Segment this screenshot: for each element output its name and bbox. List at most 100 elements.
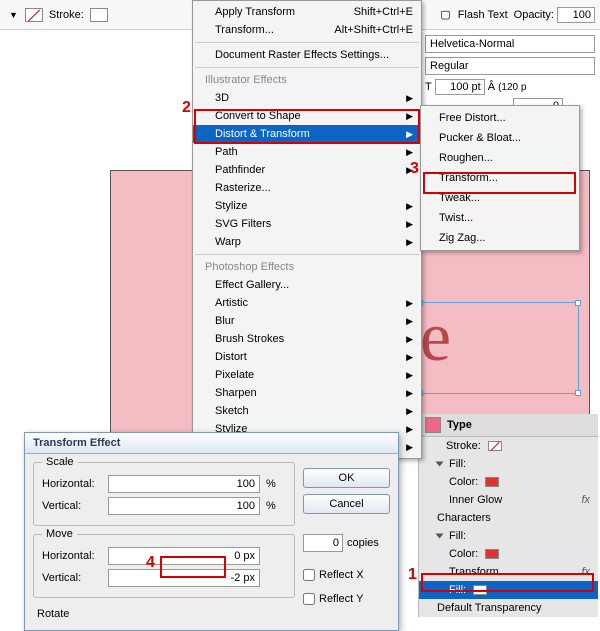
font-family-field[interactable] <box>425 35 595 53</box>
menu-doc-raster[interactable]: Document Raster Effects Settings... <box>193 46 421 64</box>
menu-rasterize[interactable]: Rasterize... <box>193 179 421 197</box>
menu-label: Roughen... <box>439 152 493 164</box>
rotate-legend: Rotate <box>33 606 295 622</box>
ap-fill2-row[interactable]: Fill: <box>419 527 598 545</box>
menu-label: 3D <box>215 92 229 104</box>
menu-section-illustrator: Illustrator Effects <box>193 71 421 89</box>
menu-apply-transform[interactable]: Apply Transform Shift+Ctrl+E <box>193 3 421 21</box>
scale-vertical-input[interactable] <box>108 497 260 515</box>
leading-icon: Â <box>488 81 495 93</box>
scale-horizontal-input[interactable] <box>108 475 260 493</box>
ap-color-row[interactable]: Color: <box>419 473 598 491</box>
menu-sharpen[interactable]: Sharpen▶ <box>193 384 421 402</box>
flash-text-icon[interactable]: ▢ <box>440 8 450 21</box>
chevron-right-icon: ▶ <box>406 93 413 104</box>
menu-distort-transform[interactable]: Distort & Transform▶ <box>193 125 421 143</box>
fill-swatch-none[interactable] <box>25 8 43 22</box>
percent-unit: % <box>266 500 286 512</box>
menu-warp[interactable]: Warp▶ <box>193 233 421 251</box>
scale-legend: Scale <box>42 456 78 468</box>
ap-label: Color: <box>449 548 478 560</box>
ap-default-transparency-row[interactable]: Default Transparency <box>419 599 598 617</box>
menu-pixelate[interactable]: Pixelate▶ <box>193 366 421 384</box>
menu-label: Twist... <box>439 212 473 224</box>
menu-label: Document Raster Effects Settings... <box>215 49 389 61</box>
flash-text-label: Flash Text <box>458 9 508 21</box>
menu-label: Transform... <box>439 172 498 184</box>
ap-label: Fill: <box>449 458 466 470</box>
submenu-zigzag[interactable]: Zig Zag... <box>421 228 579 248</box>
ap-fill-selected-row[interactable]: Fill: <box>419 581 598 599</box>
dropdown-icon[interactable]: ▼ <box>9 10 18 20</box>
menu-svg-filters[interactable]: SVG Filters▶ <box>193 215 421 233</box>
callout-4: 4 <box>146 554 155 572</box>
ap-inner-glow-row[interactable]: Inner Glow fx <box>419 491 598 509</box>
submenu-tweak[interactable]: Tweak... <box>421 188 579 208</box>
opacity-input[interactable] <box>557 7 595 23</box>
chevron-right-icon: ▶ <box>406 147 413 158</box>
menu-label: Brush Strokes <box>215 333 284 345</box>
menu-label: Sketch <box>215 405 249 417</box>
handle-icon[interactable] <box>575 300 581 306</box>
move-horizontal-input[interactable] <box>108 547 260 565</box>
ap-label: Characters <box>437 512 491 524</box>
ap-transform-row[interactable]: Transform fx <box>419 563 598 581</box>
swatch-white-icon <box>473 585 487 595</box>
move-vertical-input[interactable] <box>108 569 260 587</box>
menu-3d[interactable]: 3D ▶ <box>193 89 421 107</box>
chevron-right-icon: ▶ <box>406 424 413 435</box>
menu-pathfinder[interactable]: Pathfinder▶ <box>193 161 421 179</box>
ap-color2-row[interactable]: Color: <box>419 545 598 563</box>
cancel-button[interactable]: Cancel <box>303 494 390 514</box>
menu-brush-strokes[interactable]: Brush Strokes▶ <box>193 330 421 348</box>
handle-icon[interactable] <box>575 390 581 396</box>
menu-shortcut: Shift+Ctrl+E <box>354 6 413 18</box>
vertical-label: Vertical: <box>42 500 102 512</box>
menu-label: Transform... <box>215 24 274 36</box>
submenu-roughen[interactable]: Roughen... <box>421 148 579 168</box>
leading-prefix: (120 p <box>498 82 526 93</box>
chevron-right-icon: ▶ <box>406 201 413 212</box>
menu-path[interactable]: Path▶ <box>193 143 421 161</box>
menu-convert-shape[interactable]: Convert to Shape▶ <box>193 107 421 125</box>
ap-stroke-row[interactable]: Stroke: <box>419 437 598 455</box>
menu-separator <box>195 42 419 43</box>
ap-label: Default Transparency <box>437 602 542 614</box>
menu-separator <box>195 67 419 68</box>
ap-label: Color: <box>449 476 478 488</box>
font-style-field[interactable] <box>425 57 595 75</box>
ap-label: Stroke: <box>446 440 481 452</box>
menu-blur[interactable]: Blur▶ <box>193 312 421 330</box>
move-fieldset: Move Horizontal: Vertical: <box>33 534 295 598</box>
submenu-transform[interactable]: Transform... <box>421 168 579 188</box>
reflect-x-checkbox[interactable] <box>303 569 315 581</box>
menu-label: Pucker & Bloat... <box>439 132 521 144</box>
menu-label: Distort & Transform <box>215 128 310 140</box>
fx-badge: fx <box>581 494 590 506</box>
ok-button[interactable]: OK <box>303 468 390 488</box>
menu-distort-ps[interactable]: Distort▶ <box>193 348 421 366</box>
menu-label: Artistic <box>215 297 248 309</box>
menu-sketch[interactable]: Sketch▶ <box>193 402 421 420</box>
ap-label: Inner Glow <box>449 494 502 506</box>
menu-effect-gallery[interactable]: Effect Gallery... <box>193 276 421 294</box>
submenu-free-distort[interactable]: Free Distort... <box>421 108 579 128</box>
stroke-swatch[interactable] <box>90 8 108 22</box>
font-size-icon: T <box>425 81 432 93</box>
chevron-right-icon: ▶ <box>406 237 413 248</box>
selection-bounds[interactable] <box>419 302 579 394</box>
copies-input[interactable] <box>303 534 343 552</box>
ap-characters-row[interactable]: Characters <box>419 509 598 527</box>
reflect-y-checkbox[interactable] <box>303 593 315 605</box>
menu-transform-again[interactable]: Transform... Alt+Shift+Ctrl+E <box>193 21 421 39</box>
font-size-input[interactable] <box>435 79 485 95</box>
menu-label: Stylize <box>215 200 247 212</box>
menu-artistic[interactable]: Artistic▶ <box>193 294 421 312</box>
submenu-pucker-bloat[interactable]: Pucker & Bloat... <box>421 128 579 148</box>
distort-transform-submenu: Free Distort... Pucker & Bloat... Roughe… <box>420 105 580 251</box>
submenu-twist[interactable]: Twist... <box>421 208 579 228</box>
chevron-right-icon: ▶ <box>406 352 413 363</box>
ap-fill-row[interactable]: Fill: <box>419 455 598 473</box>
menu-stylize[interactable]: Stylize ▶ <box>193 197 421 215</box>
menu-label: Sharpen <box>215 387 257 399</box>
